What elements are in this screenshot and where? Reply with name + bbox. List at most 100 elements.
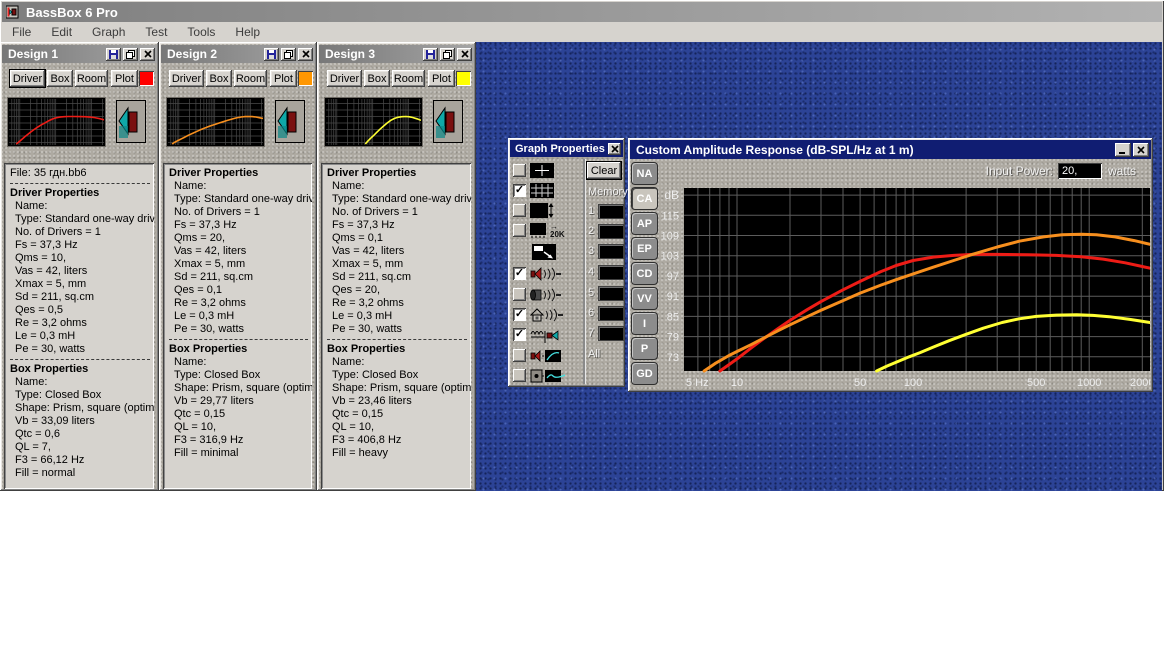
close-icon[interactable]	[298, 47, 313, 61]
menu-graph[interactable]: Graph	[82, 23, 135, 41]
memory-slot-button[interactable]	[599, 204, 624, 218]
room-response-checkbox[interactable]	[513, 308, 526, 321]
tab-room[interactable]: Room	[392, 70, 425, 87]
tab-room[interactable]: Room	[75, 70, 108, 87]
property-line: Type: Closed Box	[15, 389, 102, 401]
close-icon[interactable]	[608, 142, 621, 155]
property-line: Shape: Prism, square (optimu	[332, 382, 471, 394]
save-button[interactable]	[264, 47, 279, 61]
driver-properties-heading: Driver Properties	[10, 187, 100, 199]
property-line: Name:	[15, 376, 48, 388]
tab-plot[interactable]: Plot	[111, 70, 138, 87]
memory-slot-button[interactable]	[599, 326, 624, 340]
response-titlebar[interactable]: Custom Amplitude Response (dB-SPL/Hz at …	[630, 140, 1151, 159]
svg-text:500: 500	[1027, 377, 1045, 388]
design1-titlebar[interactable]: Design 1	[2, 45, 157, 63]
save-button[interactable]	[423, 47, 438, 61]
grid-icon	[530, 183, 554, 198]
input-power-field[interactable]	[1058, 163, 1102, 179]
memory-slot-button[interactable]	[599, 286, 624, 300]
tab-plot[interactable]: Plot	[270, 70, 297, 87]
property-line: Le = 0,3 mH	[332, 310, 393, 322]
svg-text:2000: 2000	[1130, 377, 1150, 388]
property-line: Fill = normal	[15, 467, 76, 479]
box-properties-list: Name: Type: Closed Box Shape: Prism, squar…	[169, 356, 312, 460]
tab-plot[interactable]: Plot	[428, 70, 455, 87]
divider	[583, 159, 585, 384]
driver-curve-checkbox[interactable]	[513, 349, 526, 362]
driver-properties-list: Name: Type: Standard one-way driv No. of D…	[10, 200, 154, 356]
menu-tools[interactable]: Tools	[177, 23, 225, 41]
design3-titlebar[interactable]: Design 3	[319, 45, 474, 63]
save-button[interactable]	[106, 47, 121, 61]
minimize-icon[interactable]	[1115, 142, 1131, 157]
property-line: Re = 3,2 ohms	[15, 317, 87, 329]
tab-box[interactable]: Box	[364, 70, 390, 87]
menu-help[interactable]: Help	[225, 23, 270, 41]
design1-title: Design 1	[8, 47, 59, 61]
property-line: F3 = 406,8 Hz	[332, 434, 402, 446]
svg-text:73: 73	[667, 352, 679, 364]
plot-color-swatch[interactable]	[456, 71, 471, 86]
property-line: Qtc = 0,15	[174, 408, 226, 420]
menu-file[interactable]: File	[2, 23, 41, 41]
plot-color-swatch[interactable]	[139, 71, 154, 86]
property-line: Sd = 211, sq.cm	[174, 271, 253, 283]
property-line: Type: Closed Box	[332, 369, 419, 381]
property-line: Le = 0,3 mH	[15, 330, 76, 342]
response-thumbnail	[8, 98, 105, 146]
duplicate-button[interactable]	[440, 47, 455, 61]
duplicate-button[interactable]	[281, 47, 296, 61]
property-line: Vas = 42, liters	[174, 245, 247, 257]
tab-driver[interactable]: Driver	[9, 69, 46, 88]
property-line: QL = 10,	[174, 421, 217, 433]
tab-driver[interactable]: Driver	[327, 70, 362, 87]
memory-all[interactable]: All	[588, 348, 600, 360]
app-icon	[6, 5, 19, 19]
clear-button[interactable]: Clear	[586, 161, 622, 180]
memory-slot-button[interactable]	[599, 306, 624, 320]
resize-icon[interactable]	[532, 243, 556, 260]
svg-text:79: 79	[667, 332, 679, 344]
menu-test[interactable]: Test	[135, 23, 177, 41]
close-icon[interactable]	[1133, 142, 1149, 157]
tab-room[interactable]: Room	[234, 70, 267, 87]
duplicate-button[interactable]	[123, 47, 138, 61]
memory-slot-label: 6	[588, 307, 595, 319]
memory-slot-label: 7	[588, 327, 595, 339]
property-line: F3 = 316,9 Hz	[174, 434, 244, 446]
property-line: Fill = heavy	[332, 447, 388, 459]
memory-slot-button[interactable]	[599, 244, 624, 258]
main-titlebar[interactable]: BassBox 6 Pro	[2, 2, 1162, 22]
property-line: Vb = 23,46 liters	[332, 395, 412, 407]
grid-checkbox[interactable]	[513, 184, 526, 197]
crosshair-checkbox[interactable]	[513, 164, 526, 177]
svg-text:97: 97	[667, 271, 679, 283]
memory-slot-button[interactable]	[599, 224, 624, 238]
speaker-icon	[116, 100, 146, 148]
memory-slot-button[interactable]	[599, 265, 624, 279]
tab-box[interactable]: Box	[206, 70, 232, 87]
driver-output-checkbox[interactable]	[513, 267, 526, 280]
property-line: Qtc = 0,15	[332, 408, 384, 420]
vent-output-checkbox[interactable]	[513, 288, 526, 301]
graph-properties-titlebar[interactable]: Graph Properties	[510, 140, 623, 157]
tab-box[interactable]: Box	[47, 70, 73, 87]
plot-color-swatch[interactable]	[298, 71, 313, 86]
svg-text:115: 115	[661, 210, 679, 222]
design2-properties-panel: Driver Properties Name: Type: Standard on…	[163, 163, 312, 489]
close-icon[interactable]	[457, 47, 472, 61]
svg-text:109: 109	[661, 231, 679, 243]
box-curve-checkbox[interactable]	[513, 369, 526, 382]
amplitude-response-window: Custom Amplitude Response (dB-SPL/Hz at …	[628, 138, 1153, 392]
design2-titlebar[interactable]: Design 2	[161, 45, 315, 63]
close-icon[interactable]	[140, 47, 155, 61]
frequency-scale-checkbox[interactable]	[513, 224, 526, 237]
menu-edit[interactable]: Edit	[41, 23, 82, 41]
tab-driver[interactable]: Driver	[169, 70, 204, 87]
filter-checkbox[interactable]	[513, 328, 526, 341]
property-line: Vb = 29,77 liters	[174, 395, 254, 407]
box-properties-heading: Box Properties	[327, 343, 406, 355]
separator	[327, 339, 467, 340]
amplitude-scale-checkbox[interactable]	[513, 204, 526, 217]
